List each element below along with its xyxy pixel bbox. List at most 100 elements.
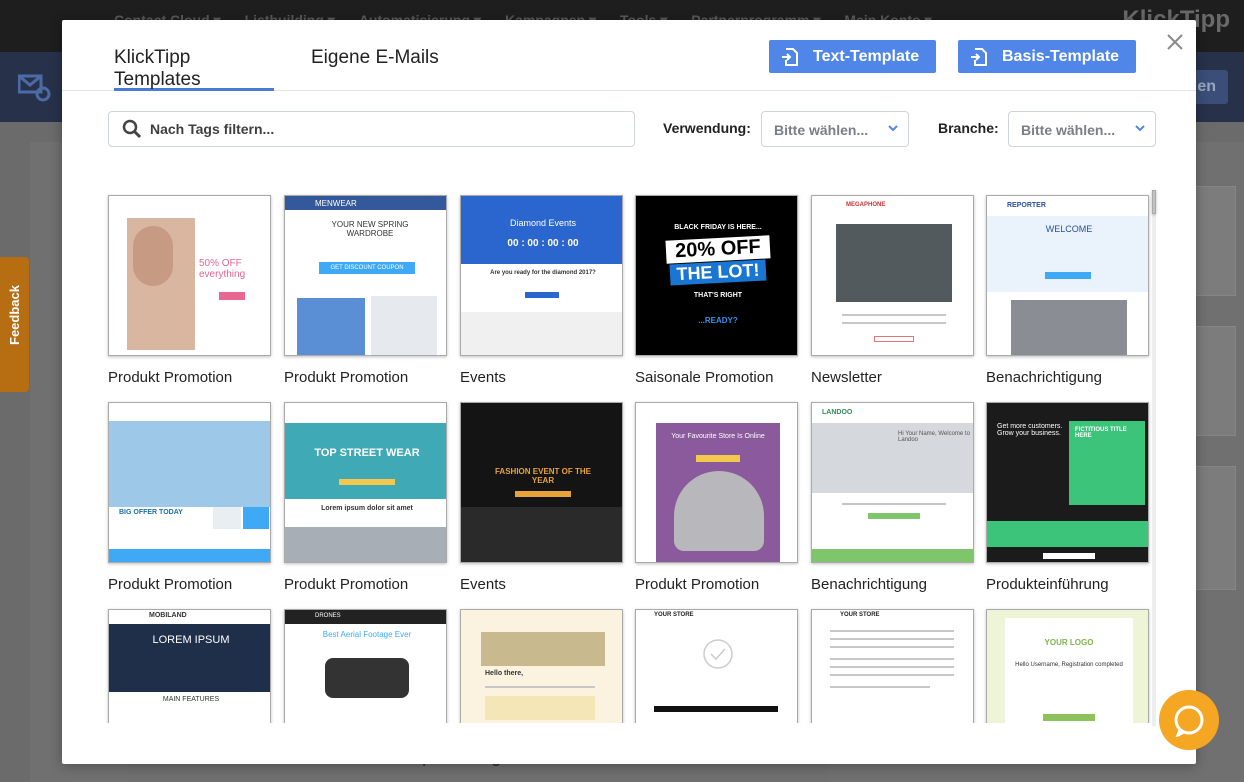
thumb-photo — [461, 507, 622, 562]
template-thumbnail[interactable]: DRONES Best Aerial Footage Ever — [284, 609, 447, 723]
thumb-text: GET DISCOUNT COUPON — [319, 262, 415, 274]
template-thumbnail[interactable]: YOUR LOGO Hello Username, Registration c… — [986, 609, 1149, 723]
thumb-text: Lorem ipsum dolor sit amet — [321, 505, 413, 512]
template-label: Produkt Promotion — [108, 576, 233, 593]
feedback-label: Feedback — [7, 285, 22, 345]
template-thumbnail[interactable]: Diamond Events 00 : 00 : 00 : 00 Are you… — [460, 195, 623, 356]
template-thumbnail[interactable]: FASHION EVENT OF THE YEAR — [460, 402, 623, 563]
thumb-photo — [481, 632, 605, 666]
template-thumbnail[interactable]: Get more customers. Grow your business. … — [986, 402, 1149, 563]
template-thumbnail[interactable]: MEGAPHONE — [811, 195, 974, 356]
template-card[interactable]: YOUR STORE — [811, 609, 974, 723]
template-thumbnail[interactable]: LANDOO Hi Your Name, Welcome to Landoo — [811, 402, 974, 563]
template-label: Produkt Promotion — [108, 369, 233, 386]
industry-label: Branche: — [938, 120, 999, 136]
usage-select[interactable]: Bitte wählen... — [761, 111, 909, 147]
template-card[interactable]: Diamond Events 00 : 00 : 00 : 00 Are you… — [460, 195, 623, 386]
template-thumbnail[interactable]: BIG OFFER TODAY — [108, 402, 271, 563]
thumb-text: Get more customers. Grow your business. — [997, 423, 1063, 437]
basis-template-button[interactable]: Basis-Template — [958, 40, 1136, 73]
tab-eigene-emails[interactable]: Eigene E-Mails — [311, 47, 451, 91]
template-thumbnail[interactable]: Hello there, — [460, 609, 623, 723]
template-label: Produkt Promotion — [284, 369, 409, 386]
template-thumbnail[interactable]: MENWEAR YOUR NEW SPRING WARDROBE GET DIS… — [284, 195, 447, 356]
search-field[interactable] — [108, 111, 635, 147]
thumb-photo-detail — [133, 226, 173, 286]
chat-button[interactable] — [1159, 690, 1219, 750]
thumb-button — [696, 455, 740, 462]
thumb-button — [515, 491, 571, 497]
thumb-text: YOUR LOGO — [1044, 638, 1094, 647]
thumb-footer — [461, 312, 622, 355]
template-card[interactable]: BIG OFFER TODAY Produkt Promotion — [108, 402, 271, 593]
thumb-text: TOP STREET WEAR — [314, 447, 420, 459]
template-card[interactable]: Hello there, — [460, 609, 623, 723]
template-label: Events — [460, 369, 506, 386]
grid-scrollbar[interactable] — [1152, 190, 1156, 726]
thumb-photo — [325, 658, 409, 698]
thumb-text: MEGAPHONE — [846, 202, 886, 208]
thumb-footer — [812, 549, 973, 562]
thumb-text: MENWEAR — [285, 196, 446, 210]
template-card[interactable]: LANDOO Hi Your Name, Welcome to Landoo B… — [811, 402, 974, 593]
chevron-down-icon — [1135, 125, 1145, 132]
template-label: Benachrichtigung — [986, 369, 1102, 386]
template-card[interactable]: 50% OFF everything Produkt Promotion — [108, 195, 271, 386]
template-card[interactable]: DRONES Best Aerial Footage Ever — [284, 609, 447, 723]
template-thumbnail[interactable]: BLACK FRIDAY IS HERE... 20% OFF THE LOT!… — [635, 195, 798, 356]
template-card[interactable]: FASHION EVENT OF THE YEAR Events — [460, 402, 623, 593]
thumb-line — [485, 686, 595, 688]
thumb-line — [842, 503, 946, 505]
thumb-line — [842, 314, 946, 316]
thumb-line — [830, 646, 954, 648]
thumb-text: THAT'S RIGHT — [693, 292, 743, 299]
thumb-photo — [836, 224, 952, 302]
filter-row: Verwendung: Bitte wählen... Branche: Bit… — [62, 111, 1196, 147]
text-template-button[interactable]: Text-Template — [769, 40, 936, 73]
thumb-text: Hello Username, Registration completed — [1015, 662, 1123, 668]
template-label: Produkt Promotion — [284, 576, 409, 593]
thumb-photo — [674, 471, 764, 551]
thumb-text: YOUR STORE — [654, 612, 694, 618]
file-import-icon — [971, 47, 987, 66]
thumb-text: LOREM IPSUM — [152, 634, 230, 646]
template-card[interactable]: MENWEAR YOUR NEW SPRING WARDROBE GET DIS… — [284, 195, 447, 386]
template-card[interactable]: Your Favourite Store Is Online Produkt P… — [635, 402, 798, 593]
thumb-text: WELCOME — [1045, 224, 1093, 234]
template-card[interactable]: MEGAPHONE Newsletter — [811, 195, 974, 386]
template-thumbnail[interactable]: Your Favourite Store Is Online — [635, 402, 798, 563]
template-card[interactable]: MOBILAND LOREM IPSUM MAIN FEATURES — [108, 609, 271, 723]
template-card[interactable]: TOP STREET WEAR Lorem ipsum dolor sit am… — [284, 402, 447, 593]
template-thumbnail[interactable]: REPORTER WELCOME — [986, 195, 1149, 356]
template-card[interactable]: Get more customers. Grow your business. … — [986, 402, 1149, 593]
template-card[interactable]: YOUR STORE — [635, 609, 798, 723]
feedback-tab[interactable]: Feedback — [0, 257, 29, 392]
template-thumbnail[interactable]: TOP STREET WEAR Lorem ipsum dolor sit am… — [284, 402, 447, 563]
thumb-text: Are you ready for the diamond 2017? — [490, 270, 596, 276]
template-card[interactable]: YOUR LOGO Hello Username, Registration c… — [986, 609, 1149, 723]
template-thumbnail[interactable]: YOUR STORE — [811, 609, 974, 723]
scrollbar-thumb[interactable] — [1152, 190, 1156, 214]
thumb-text: LANDOO — [822, 409, 853, 416]
template-thumbnail[interactable]: 50% OFF everything — [108, 195, 271, 356]
thumb-button — [525, 292, 559, 298]
search-input[interactable] — [150, 121, 620, 137]
template-card[interactable]: BLACK FRIDAY IS HERE... 20% OFF THE LOT!… — [635, 195, 798, 386]
close-icon[interactable] — [1163, 30, 1187, 54]
industry-select[interactable]: Bitte wählen... — [1008, 111, 1156, 147]
thumb-line — [830, 630, 954, 632]
usage-select-value: Bitte wählen... — [774, 122, 869, 138]
usage-label: Verwendung: — [663, 120, 751, 136]
basis-template-label: Basis-Template — [1002, 47, 1120, 65]
thumb-text: 50% OFF everything — [199, 258, 246, 280]
text-template-label: Text-Template — [813, 47, 920, 65]
template-card[interactable]: REPORTER WELCOME Benachrichtigung — [986, 195, 1149, 386]
thumb-button — [1043, 553, 1095, 559]
template-thumbnail[interactable]: MOBILAND LOREM IPSUM MAIN FEATURES — [108, 609, 271, 723]
thumb-button — [1045, 272, 1091, 279]
template-thumbnail[interactable]: YOUR STORE — [635, 609, 798, 723]
template-label: Benachrichtigung — [811, 576, 927, 593]
tab-klicktipp-templates[interactable]: KlickTipp Templates — [114, 47, 274, 91]
template-label: Saisonale Promotion — [635, 369, 774, 386]
thumb-line — [842, 322, 946, 324]
